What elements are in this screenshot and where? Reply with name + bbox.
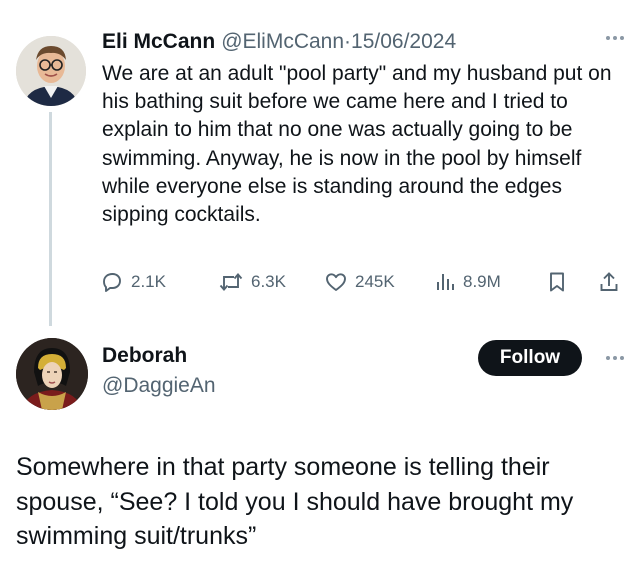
share-icon [600, 272, 618, 291]
tweet-header: Eli McCann @EliMcCann ·15/06/2024 [102, 30, 626, 58]
reply-count: 2.1K [131, 272, 166, 291]
repost-icon [219, 273, 243, 291]
reply-button[interactable]: 2.1K [100, 266, 166, 298]
tweet-actions: 2.1K 6.3K 245K 8.9M [100, 266, 628, 298]
author-handle[interactable]: @DaggieAn [102, 374, 216, 398]
follow-button[interactable]: Follow [478, 340, 582, 376]
avatar[interactable] [16, 36, 86, 106]
original-tweet: Eli McCann @EliMcCann ·15/06/2024 We are… [0, 0, 640, 326]
author-name[interactable]: Eli McCann [102, 30, 215, 54]
avatar[interactable] [16, 338, 88, 410]
bookmark-button[interactable] [546, 266, 568, 298]
repost-button[interactable]: 6.3K [218, 266, 286, 298]
like-count: 245K [355, 272, 395, 291]
tweet-text: Somewhere in that party someone is telli… [16, 453, 574, 550]
heart-icon [326, 273, 346, 291]
bookmark-icon [550, 272, 564, 292]
views-icon [437, 274, 454, 290]
reply-icon [103, 273, 121, 292]
author-name[interactable]: Deborah [102, 344, 187, 368]
tweet-text: We are at an adult "pool party" and my h… [102, 62, 612, 227]
author-handle[interactable]: @EliMcCann [221, 30, 344, 54]
share-button[interactable] [598, 266, 620, 298]
more-icon[interactable] [606, 356, 624, 360]
more-icon[interactable] [606, 36, 624, 40]
reply-tweet: Deborah @DaggieAn Follow Somewhere in th… [0, 320, 640, 569]
thread-line [49, 112, 52, 326]
like-button[interactable]: 245K [324, 266, 395, 298]
views-button[interactable]: 8.9M [434, 266, 501, 298]
views-count: 8.9M [463, 272, 501, 291]
tweet-date[interactable]: ·15/06/2024 [344, 30, 456, 54]
repost-count: 6.3K [251, 272, 286, 291]
